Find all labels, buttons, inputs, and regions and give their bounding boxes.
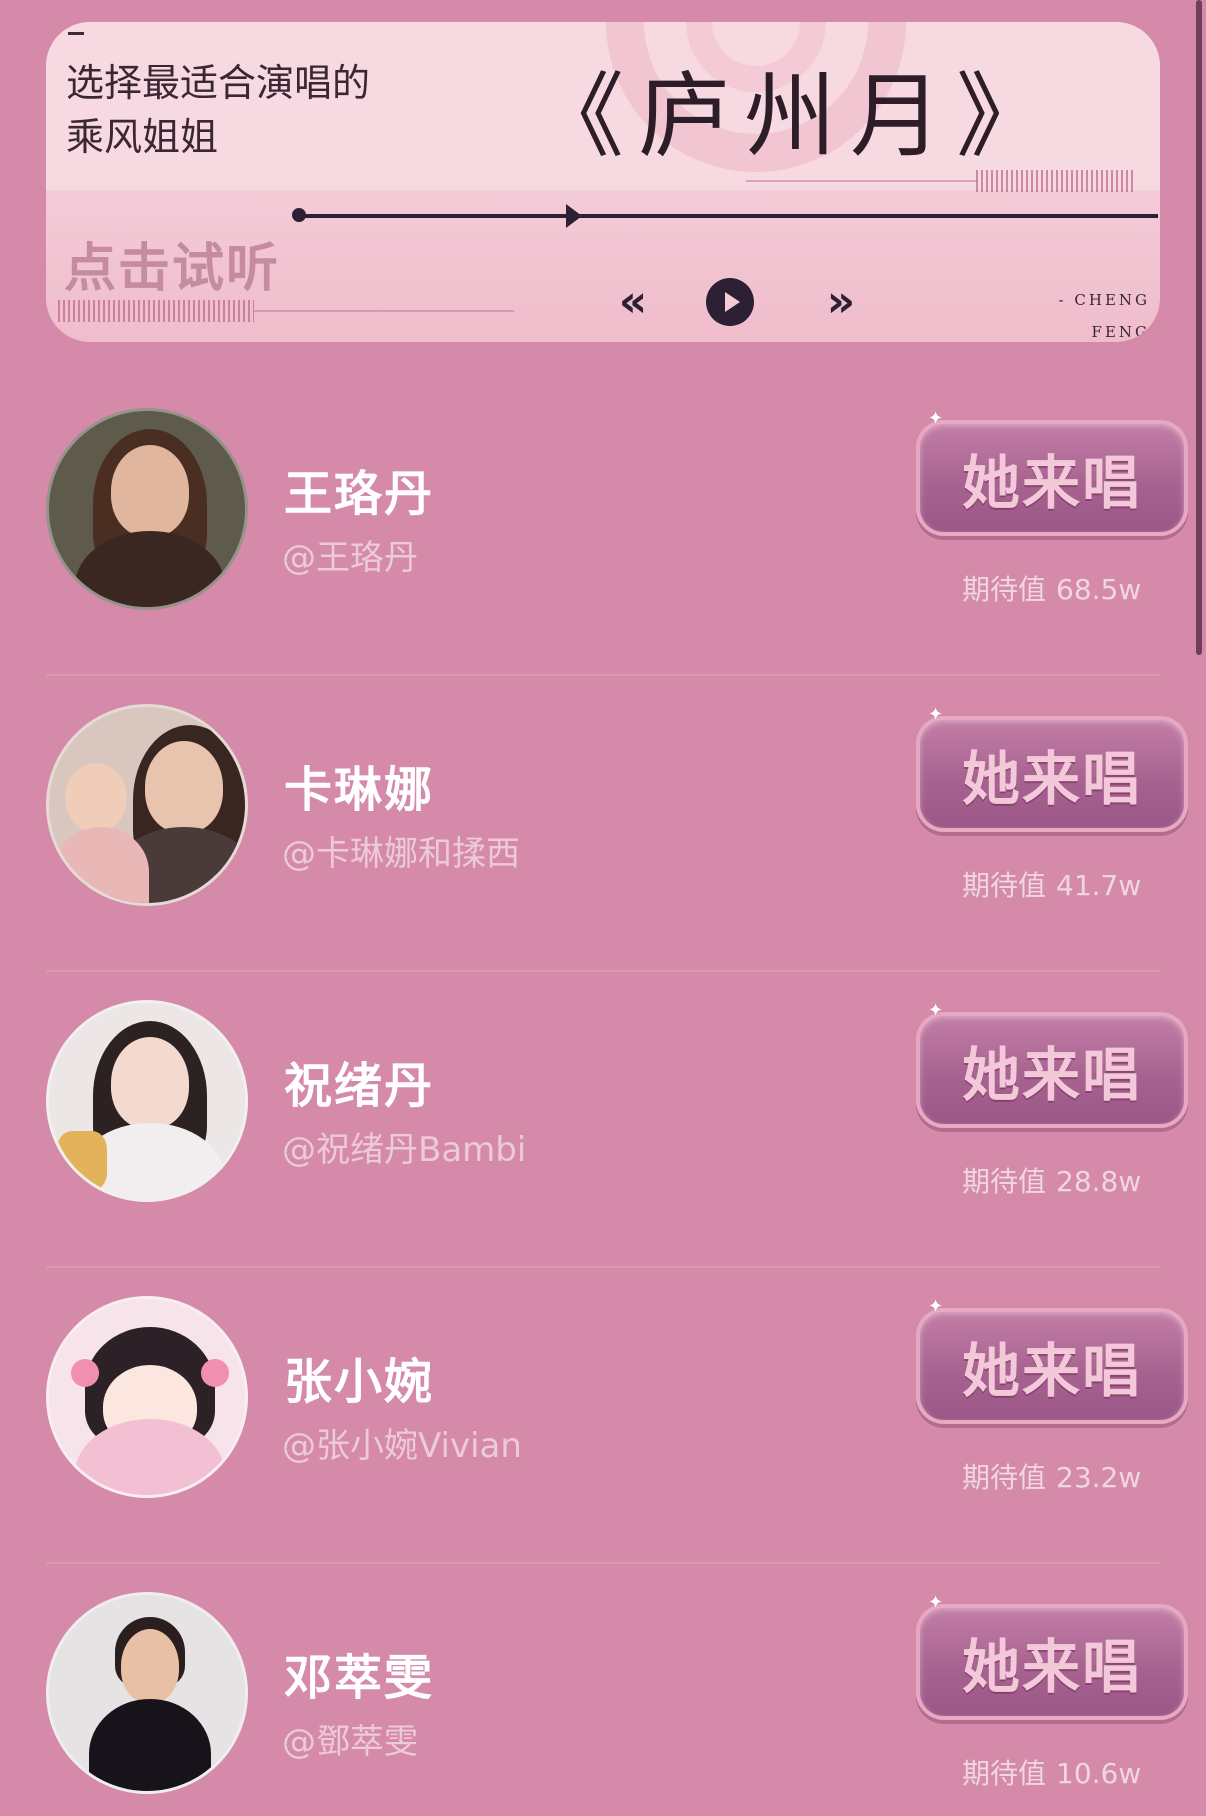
waveform-line-left	[254, 310, 514, 312]
expectation-value: 期待值 10.6w	[962, 1752, 1162, 1792]
brand-text: - CHENG FENG	[1010, 284, 1150, 342]
singer-handle[interactable]: @祝绪丹Bambi	[282, 1122, 526, 1171]
listen-label[interactable]: 点击试听	[64, 226, 280, 301]
expectation-label: 期待值	[962, 1757, 1047, 1790]
song-card: 选择最适合演唱的 乘风姐姐 《庐州月》 点击试听 « » - CHENG FEN…	[46, 22, 1160, 342]
singer-list: 王珞丹 @王珞丹 她来唱 ✦ 期待值 68.5w 卡琳娜 @卡琳娜和揉西 她来唱 …	[0, 380, 1206, 1816]
she-sings-button[interactable]: 她来唱	[916, 1604, 1188, 1720]
expectation-label: 期待值	[962, 869, 1047, 902]
singer-name: 祝绪丹	[284, 1058, 435, 1114]
expectation-number: 23.2w	[1056, 1461, 1142, 1494]
progress-track[interactable]	[298, 214, 1158, 218]
brand-line-2: FENG	[1091, 323, 1150, 341]
waveform-left	[58, 300, 254, 322]
singer-handle[interactable]: @王珞丹	[282, 530, 418, 579]
expectation-value: 期待值 23.2w	[962, 1456, 1162, 1496]
singer-handle[interactable]: @鄧萃雯	[282, 1714, 418, 1763]
waveform-line-right	[746, 180, 978, 182]
list-item: 张小婉 @张小婉Vivian 她来唱 ✦ 期待值 23.2w	[0, 1268, 1206, 1564]
sparkle-icon: ✦	[928, 408, 944, 429]
subtitle-line-1: 选择最适合演唱的	[66, 61, 371, 105]
singer-handle[interactable]: @张小婉Vivian	[282, 1418, 522, 1467]
she-sings-button[interactable]: 她来唱	[916, 716, 1188, 832]
card-dash	[68, 32, 84, 35]
expectation-number: 68.5w	[1056, 573, 1142, 606]
sparkle-icon: ✦	[928, 1592, 944, 1613]
list-item: 王珞丹 @王珞丹 她来唱 ✦ 期待值 68.5w	[0, 380, 1206, 676]
sparkle-icon: ✦	[928, 704, 944, 725]
avatar[interactable]	[46, 1296, 248, 1498]
avatar[interactable]	[46, 408, 248, 610]
song-title: 《庐州月》	[532, 63, 1063, 170]
page: 选择最适合演唱的 乘风姐姐 《庐州月》 点击试听 « » - CHENG FEN…	[0, 0, 1206, 1816]
list-item: 卡琳娜 @卡琳娜和揉西 她来唱 ✦ 期待值 41.7w	[0, 676, 1206, 972]
avatar[interactable]	[46, 704, 248, 906]
sparkle-icon: ✦	[928, 1000, 944, 1021]
singer-name: 张小婉	[284, 1354, 435, 1410]
singer-name: 卡琳娜	[284, 762, 435, 818]
card-subtitle: 选择最适合演唱的 乘风姐姐	[66, 56, 406, 164]
singer-name: 邓萃雯	[284, 1650, 435, 1706]
avatar[interactable]	[46, 1592, 248, 1794]
list-item: 邓萃雯 @鄧萃雯 她来唱 ✦ 期待值 10.6w	[0, 1564, 1206, 1816]
avatar[interactable]	[46, 1000, 248, 1202]
expectation-label: 期待值	[962, 573, 1047, 606]
list-item: 祝绪丹 @祝绪丹Bambi 她来唱 ✦ 期待值 28.8w	[0, 972, 1206, 1268]
next-icon[interactable]: »	[814, 274, 868, 328]
she-sings-button[interactable]: 她来唱	[916, 1012, 1188, 1128]
expectation-number: 10.6w	[1056, 1757, 1142, 1790]
singer-name: 王珞丹	[284, 466, 435, 522]
waveform-right	[976, 170, 1134, 192]
she-sings-button[interactable]: 她来唱	[916, 1308, 1188, 1424]
prev-icon[interactable]: «	[606, 274, 660, 328]
progress-start-dot	[292, 208, 306, 222]
brand-line-1: - CHENG	[1058, 291, 1150, 309]
singer-handle[interactable]: @卡琳娜和揉西	[282, 826, 520, 875]
play-icon[interactable]	[706, 278, 754, 326]
expectation-number: 41.7w	[1056, 869, 1142, 902]
progress-head-icon[interactable]	[566, 204, 582, 228]
expectation-value: 期待值 28.8w	[962, 1160, 1162, 1200]
expectation-value: 期待值 68.5w	[962, 568, 1162, 608]
subtitle-line-2: 乘风姐姐	[66, 115, 219, 159]
expectation-value: 期待值 41.7w	[962, 864, 1162, 904]
expectation-label: 期待值	[962, 1165, 1047, 1198]
sparkle-icon: ✦	[928, 1296, 944, 1317]
expectation-number: 28.8w	[1056, 1165, 1142, 1198]
she-sings-button[interactable]: 她来唱	[916, 420, 1188, 536]
expectation-label: 期待值	[962, 1461, 1047, 1494]
